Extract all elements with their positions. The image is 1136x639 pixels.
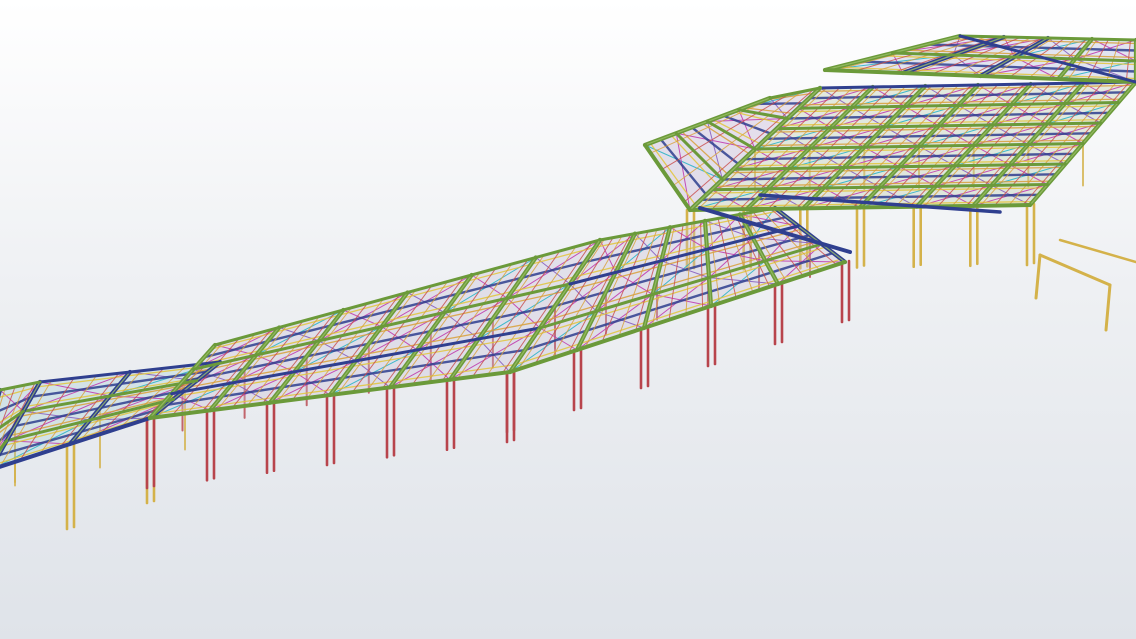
- portal-beam: [1058, 238, 1136, 264]
- portal-column: [1104, 283, 1112, 332]
- model-viewport[interactable]: [0, 0, 1136, 639]
- steel-frame-model: [0, 33, 1136, 531]
- portal-column: [1034, 253, 1042, 300]
- portal-beam: [1038, 253, 1112, 287]
